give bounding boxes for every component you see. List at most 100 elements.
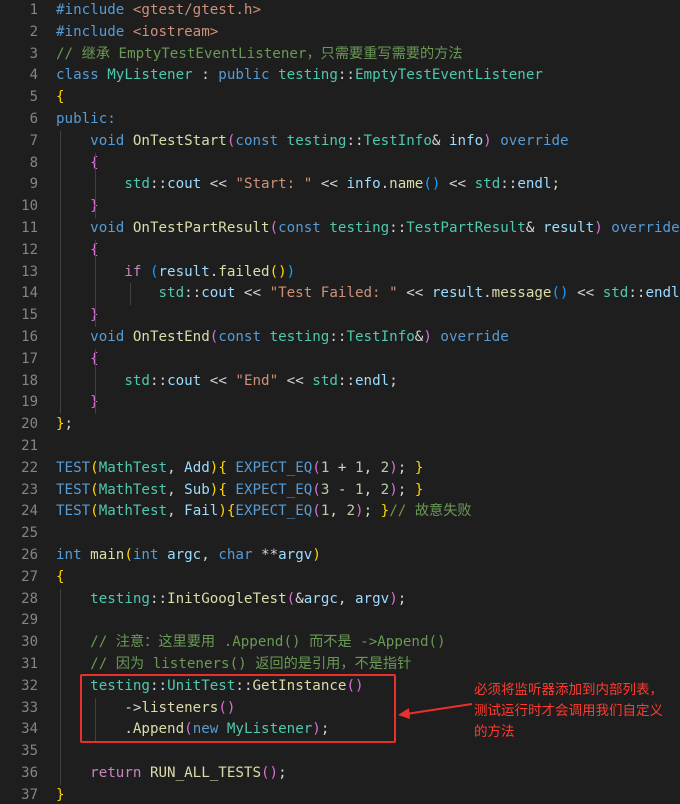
code-text: TEST(MathTest, Sub){ EXPECT_EQ(3 - 1, 2)…: [56, 480, 423, 502]
code-line[interactable]: 8 {: [0, 153, 680, 175]
code-token: {: [56, 568, 65, 585]
line-number: 20: [21, 416, 38, 433]
code-text: }: [56, 196, 99, 218]
code-token: OnTestPartResult: [132, 220, 270, 236]
code-line[interactable]: 17 {: [0, 349, 680, 371]
code-line[interactable]: 37}: [0, 785, 680, 804]
code-line[interactable]: 12 {: [0, 240, 680, 262]
code-line[interactable]: 5{: [0, 87, 680, 109]
code-line[interactable]: 35: [0, 741, 680, 763]
code-token: name: [389, 176, 424, 193]
code-line[interactable]: 36 return RUN_ALL_TESTS();: [0, 763, 680, 785]
code-line[interactable]: 24 TEST(MathTest, Fail){EXPECT_EQ(1, 2); …: [0, 501, 680, 523]
code-token: TestInfo: [363, 132, 432, 149]
code-token: int: [56, 547, 91, 563]
code-token: .: [380, 176, 390, 193]
code-token: ): [423, 329, 432, 345]
code-token: #include: [56, 2, 133, 18]
line-number: 17: [21, 350, 38, 367]
code-line[interactable]: 27 {: [0, 567, 680, 589]
code-token: ::: [389, 220, 407, 236]
line-number: 16: [21, 329, 38, 345]
code-line[interactable]: 30 // 注意：这里要用 .Append() 而不是 ->Append(): [0, 632, 680, 654]
line-number: 6: [29, 111, 38, 127]
code-text: // 继承 EmptyTestEventListener，只需要重写需要的方法: [56, 44, 463, 66]
code-line[interactable]: 19 }: [0, 392, 680, 414]
code-token: 1: [355, 459, 364, 476]
code-token: :: [192, 67, 219, 84]
line-number: 19: [21, 394, 38, 411]
indent-guide: [130, 283, 131, 306]
line-number: 4: [29, 67, 38, 84]
code-line[interactable]: 6 public:: [0, 109, 680, 131]
code-token: info: [448, 132, 484, 149]
code-editor[interactable]: 37} 36 return RUN_ALL_TESTS(); 35 34 .Appen…: [0, 0, 680, 804]
code-line[interactable]: 14 std::cout << "Test Failed: " << resul…: [0, 283, 680, 305]
code-line[interactable]: 11 void OnTestPartResult(const testing::…: [0, 218, 680, 240]
code-token: ,: [329, 503, 347, 520]
code-token: testing: [329, 220, 390, 236]
code-line[interactable]: 20};: [0, 414, 680, 436]
code-token: EXPECT_EQ: [226, 481, 313, 498]
code-text: {: [56, 349, 99, 371]
code-token: OnTestEnd: [132, 329, 210, 345]
code-token: ::: [149, 372, 168, 389]
code-token: std: [124, 372, 150, 389]
code-line[interactable]: 21: [0, 436, 680, 458]
code-token: testing: [286, 132, 347, 149]
code-token: public: [218, 67, 279, 84]
line-number: 10: [21, 198, 38, 215]
code-token: 2: [346, 503, 356, 520]
code-line[interactable]: 18 std::cout << "End" << std::endl;: [0, 371, 680, 393]
code-line[interactable]: 16 void OnTestEnd(const testing::TestInf…: [0, 327, 680, 349]
code-token: return: [90, 765, 150, 781]
code-token: cout: [167, 372, 202, 389]
code-line[interactable]: 13 if (result.failed()): [0, 262, 680, 284]
code-token: }: [414, 481, 424, 498]
code-text: public:: [56, 109, 116, 131]
code-token: (: [312, 481, 321, 498]
code-token: MathTest: [98, 459, 168, 476]
code-token: endl: [517, 176, 552, 193]
code-token: Fail: [184, 503, 219, 520]
line-number: 12: [21, 241, 38, 258]
code-line[interactable]: 4 class MyListener : public testing::Empt…: [0, 65, 680, 87]
code-line[interactable]: 1 #include <gtest/gtest.h>: [0, 0, 680, 22]
code-text: // 因为 listeners() 返回的是引用，不是指针: [56, 654, 411, 676]
code-token: ::: [337, 67, 355, 84]
code-line[interactable]: 2 #include <iostream>: [0, 22, 680, 44]
code-token: "End": [235, 372, 279, 389]
code-token: }: [56, 786, 65, 803]
code-line[interactable]: 23 TEST(MathTest, Sub){ EXPECT_EQ(3 - 1, …: [0, 480, 680, 502]
code-text: {: [56, 567, 65, 589]
code-line[interactable]: 15 }: [0, 305, 680, 327]
code-line[interactable]: 28 testing::InitGoogleTest(&argc, argv);: [0, 589, 680, 611]
line-number: 15: [21, 307, 38, 324]
code-token: void: [90, 132, 133, 149]
code-line[interactable]: 9 std::cout << "Start: " << info.name() …: [0, 174, 680, 196]
line-number: 26: [21, 547, 38, 563]
line-number: 11: [21, 220, 38, 236]
code-line[interactable]: 26 int main(int argc, char **argv): [0, 545, 680, 567]
code-line[interactable]: 22 TEST(MathTest, Add){ EXPECT_EQ(1 + 1, …: [0, 458, 680, 480]
code-token: TestInfo: [346, 329, 415, 345]
line-number: 33: [21, 699, 38, 716]
code-token: <<: [440, 176, 475, 193]
code-token: <<: [201, 372, 236, 389]
code-line[interactable]: 29: [0, 610, 680, 632]
code-token: ;: [397, 459, 415, 476]
line-number: 34: [21, 721, 38, 738]
code-line[interactable]: 25: [0, 523, 680, 545]
code-token: void: [90, 220, 133, 236]
code-line[interactable]: 7 void OnTestStart(const testing::TestIn…: [0, 131, 680, 153]
code-line[interactable]: 3 // 继承 EmptyTestEventListener，只需要重写需要的方法: [0, 44, 680, 66]
code-line[interactable]: 31 // 因为 listeners() 返回的是引用，不是指针: [0, 654, 680, 676]
code-token: ): [483, 132, 492, 149]
code-token: ,: [363, 481, 381, 498]
code-text: }: [56, 305, 99, 327]
code-line[interactable]: 10 }: [0, 196, 680, 218]
